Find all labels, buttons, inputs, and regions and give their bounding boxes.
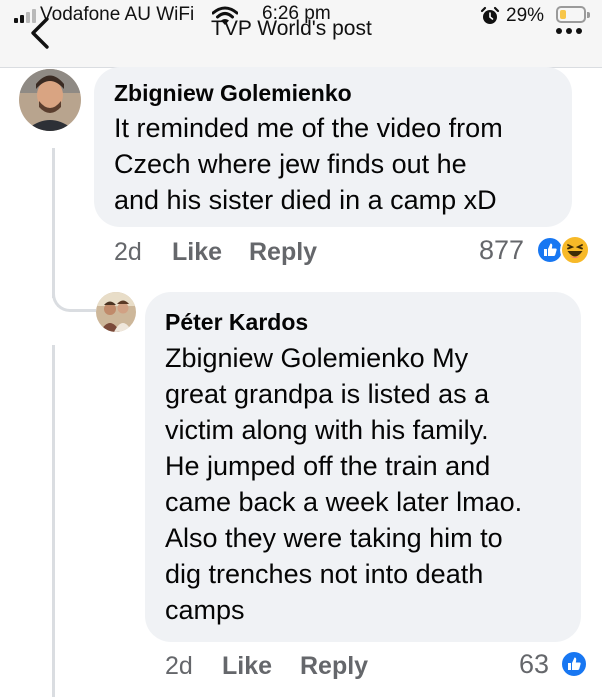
comment-text-line: victim along with his family. [165, 415, 489, 445]
comment-text-line: dig trenches not into death [165, 559, 484, 589]
comment-text: It reminded me of the video from Czech w… [114, 110, 503, 218]
like-button[interactable]: Like [222, 652, 272, 681]
reaction-count[interactable]: 877 [479, 235, 524, 266]
comment-text-line: It reminded me of the video from [114, 113, 503, 143]
like-button[interactable]: Like [172, 238, 222, 267]
battery-percent: 29% [506, 5, 545, 26]
reply-button[interactable]: Reply [249, 238, 317, 267]
alarm-clock-icon [480, 6, 500, 24]
haha-reaction-icon [560, 235, 590, 265]
comment-author[interactable]: Zbigniew Golemienko [114, 80, 352, 107]
chevron-left-icon[interactable] [26, 16, 56, 50]
comment-text-line: Also they were taking him to [165, 523, 503, 553]
battery-icon [556, 6, 590, 23]
reply-button[interactable]: Reply [300, 652, 368, 681]
thread-line [52, 148, 55, 298]
status-and-header-bar: Vodafone AU WiFi 6:26 pm TVP World's pos… [0, 0, 602, 68]
comment-text-line: camps [165, 595, 245, 625]
reaction-count[interactable]: 63 [519, 649, 549, 680]
comment-text-line: Czech where jew finds out he [114, 149, 467, 179]
carrier-name: Vodafone AU WiFi [40, 4, 195, 25]
comment-text-line: great grandpa is listed as a [165, 379, 490, 409]
more-dots-icon[interactable] [556, 28, 582, 34]
comment-text-line: came back a week later lmao. [165, 487, 523, 517]
thread-connector [52, 290, 96, 312]
comment-text: Zbigniew Golemienko My great grandpa is … [165, 340, 522, 628]
comment-text-line: and his sister died in a camp xD [114, 185, 497, 215]
thread-line [52, 345, 55, 697]
avatar[interactable] [19, 69, 81, 131]
comment-text-line: He jumped off the train and [165, 451, 491, 481]
comment-age: 2d [114, 238, 142, 266]
avatar[interactable] [96, 292, 136, 332]
comment-text-line: Zbigniew Golemienko My [165, 343, 469, 373]
comment-author[interactable]: Péter Kardos [165, 309, 308, 336]
comment-age: 2d [165, 652, 193, 680]
page-title: TVP World's post [211, 17, 372, 40]
like-reaction-icon [560, 650, 588, 678]
battery-level-fill [560, 10, 566, 19]
